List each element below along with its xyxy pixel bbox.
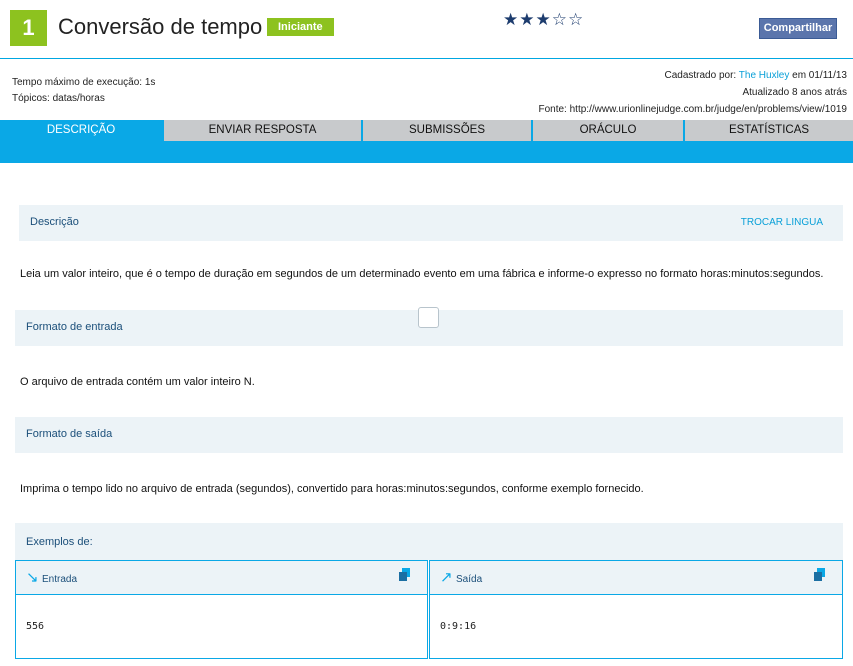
- description-text: Leia um valor inteiro, que é o tempo de …: [20, 268, 824, 280]
- tab-description[interactable]: DESCRIÇÃO: [0, 120, 162, 141]
- example-output-value: 0:9:16: [440, 621, 477, 632]
- problem-meta-right: Cadastrado por: The Huxley em 01/11/13 A…: [538, 67, 847, 118]
- updated-info: Atualizado 8 anos atrás: [742, 87, 847, 98]
- example-output-header: ↗ Saída: [430, 561, 842, 595]
- problem-header: 1 Conversão de tempo Iniciante ★★★☆☆ Com…: [0, 0, 853, 59]
- time-limit: Tempo máximo de execução: 1s: [12, 77, 156, 88]
- examples-heading: Exemplos de:: [26, 536, 93, 548]
- input-format-heading: Formato de entrada: [26, 321, 123, 333]
- share-button[interactable]: Compartilhar: [759, 18, 837, 39]
- copy-icon[interactable]: [398, 568, 411, 581]
- tab-oracle[interactable]: ORÁCULO: [533, 120, 683, 141]
- arrow-down-right-icon: ↘: [26, 569, 39, 586]
- output-format-text: Imprima o tempo lido no arquivo de entra…: [20, 483, 644, 495]
- registered-date: em 01/11/13: [789, 70, 847, 81]
- tab-submissions[interactable]: SUBMISSÕES: [363, 120, 531, 141]
- registered-prefix: Cadastrado por:: [664, 70, 739, 81]
- checkbox[interactable]: [418, 307, 439, 328]
- copy-icon[interactable]: [813, 568, 826, 581]
- star-rating[interactable]: ★★★☆☆: [503, 10, 584, 30]
- example-input-value: 556: [26, 621, 45, 632]
- examples-section-header: Exemplos de:: [15, 523, 843, 560]
- author-link[interactable]: The Huxley: [739, 70, 790, 81]
- output-format-heading: Formato de saída: [26, 428, 113, 440]
- problem-number-badge: 1: [10, 10, 47, 46]
- input-format-text: O arquivo de entrada contém um valor int…: [20, 376, 255, 388]
- description-heading: Descrição: [30, 216, 79, 228]
- problem-meta-left: Tempo máximo de execução: 1s Tópicos: da…: [12, 75, 155, 107]
- source-info: Fonte: http://www.urionlinejudge.com.br/…: [538, 104, 847, 115]
- difficulty-badge: Iniciante: [267, 18, 334, 36]
- tab-submit-answer[interactable]: ENVIAR RESPOSTA: [164, 120, 361, 141]
- topics: Tópicos: datas/horas: [12, 93, 105, 104]
- example-input-box: ↘ Entrada 556: [15, 560, 428, 659]
- problem-title: Conversão de tempo: [58, 14, 263, 39]
- tab-statistics[interactable]: ESTATÍSTICAS: [685, 120, 853, 141]
- example-output-label: Saída: [456, 574, 483, 585]
- arrow-up-right-icon: ↗: [440, 569, 453, 586]
- example-output-box: ↗ Saída 0:9:16: [429, 560, 843, 659]
- example-input-header: ↘ Entrada: [16, 561, 427, 595]
- registered-by: Cadastrado por: The Huxley em 01/11/13: [538, 67, 847, 84]
- change-language-link[interactable]: TROCAR LINGUA: [741, 217, 823, 228]
- output-section-header: Formato de saída: [15, 417, 843, 453]
- example-input-label: Entrada: [42, 574, 78, 585]
- description-section-header: Descrição TROCAR LINGUA: [19, 205, 843, 241]
